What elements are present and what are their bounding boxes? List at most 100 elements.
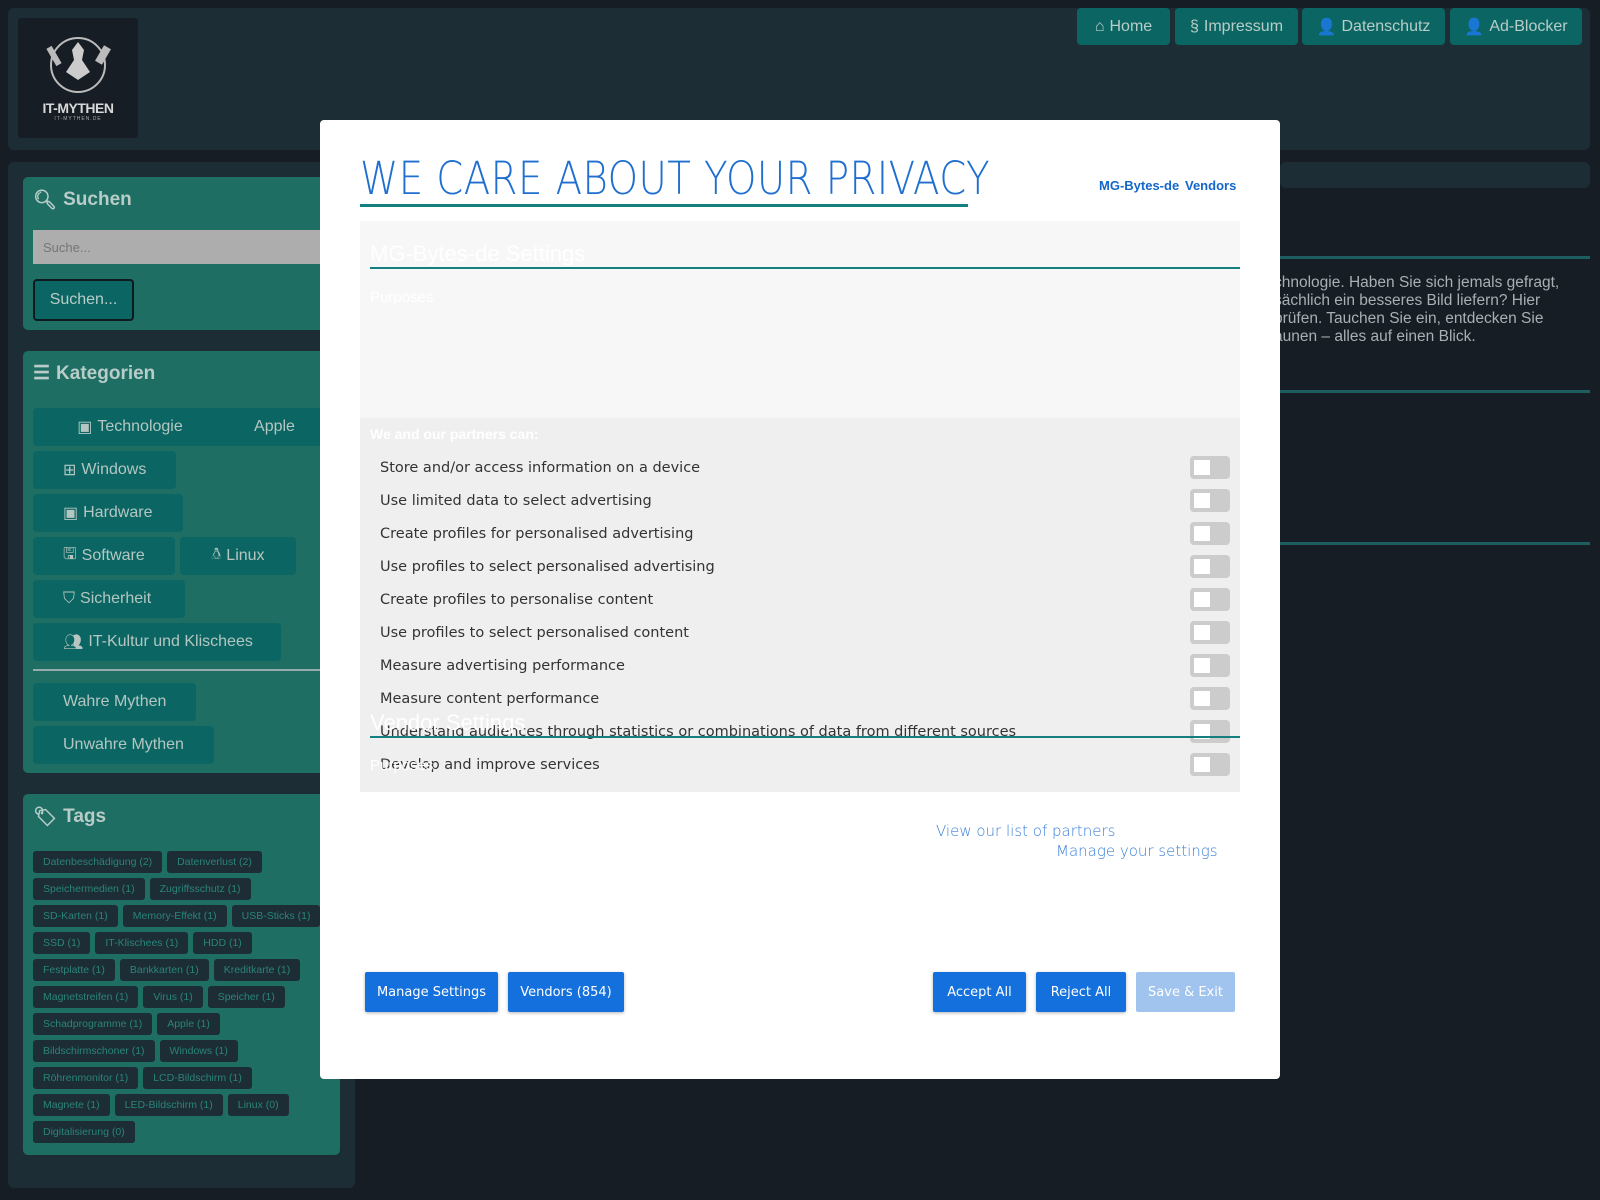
purpose-row: Create profiles to personalise content: [380, 583, 1230, 616]
site-logo[interactable]: IT-MYTHEN IT-MYTHEN.DE: [18, 18, 138, 138]
tag-link[interactable]: Bankkarten (1): [119, 959, 209, 981]
tag-link[interactable]: Festplatte (1): [33, 959, 115, 981]
tag-link[interactable]: Linux (0): [227, 1094, 289, 1116]
partners-list-link[interactable]: View our list of partners: [936, 822, 1116, 840]
tag-link[interactable]: IT-Klischees (1): [95, 932, 189, 954]
category-label: Apple: [254, 418, 295, 435]
purpose-row: Use profiles to select personalised cont…: [380, 616, 1230, 649]
vendor-purposes-label: Purposes: [370, 757, 434, 774]
text-line: prüfen. Tauchen Sie ein, entdecken Sie: [1274, 310, 1544, 327]
save-exit-button[interactable]: Save & Exit: [1136, 972, 1235, 1012]
purpose-toggle[interactable]: [1190, 489, 1230, 512]
toggle-knob: [1194, 526, 1210, 541]
tag-link[interactable]: Memory-Effekt (1): [122, 905, 227, 927]
tag-link[interactable]: SD-Karten (1): [33, 905, 118, 927]
nav-datenschutz[interactable]: 👤 Datenschutz: [1302, 8, 1445, 45]
vendors-button[interactable]: Vendors (854): [508, 972, 624, 1012]
category-hardware[interactable]: ▣ Hardware: [33, 494, 183, 532]
tag-link[interactable]: Zugriffsschutz (1): [149, 878, 251, 900]
partners-can-label: We and our partners can:: [370, 426, 539, 442]
tag-link[interactable]: HDD (1): [193, 932, 252, 954]
purpose-label: Use profiles to select personalised cont…: [380, 624, 689, 641]
vendors-link[interactable]: Vendors: [1185, 178, 1236, 193]
purpose-label: Measure advertising performance: [380, 657, 625, 674]
manage-settings-link[interactable]: Manage your settings: [1056, 842, 1218, 860]
tag-link[interactable]: SSD (1): [33, 932, 91, 954]
tag-link[interactable]: USB-Sticks (1): [231, 905, 321, 927]
tag-link[interactable]: Windows (1): [159, 1040, 238, 1062]
category-technologie[interactable]: ▣ Technologie: [33, 408, 227, 446]
text-line: chnologie. Haben Sie sich jemals gefragt…: [1274, 274, 1560, 291]
purpose-row: Use limited data to select advertising: [380, 484, 1230, 517]
tag-link[interactable]: Speichermedien (1): [33, 878, 145, 900]
search-button[interactable]: Suchen...: [33, 279, 134, 321]
heading-text: Suchen: [63, 189, 132, 210]
purpose-toggle[interactable]: [1190, 654, 1230, 677]
category-linux[interactable]: 🐧︎ Linux: [180, 537, 296, 575]
user-shield-icon: 👤: [1316, 18, 1337, 36]
search-input[interactable]: [33, 230, 333, 264]
consent-title: WE CARE ABOUT YOUR PRIVACY: [360, 152, 991, 205]
divider: [33, 669, 340, 671]
toggle-knob: [1194, 460, 1210, 475]
category-label: Unwahre Mythen: [63, 736, 184, 753]
nav-label: Datenschutz: [1341, 17, 1431, 35]
tag-link[interactable]: LED-Bildschirm (1): [114, 1094, 223, 1116]
user-shield-icon: 👤: [1464, 18, 1485, 36]
tag-link[interactable]: Speicher (1): [207, 986, 285, 1008]
category-wahre-mythen[interactable]: Wahre Mythen: [33, 683, 196, 721]
shield-icon: ⛉: [63, 590, 76, 607]
categories-heading: ☰ Kategorien: [33, 362, 155, 385]
nav-ad-blocker[interactable]: 👤 Ad-Blocker: [1450, 8, 1582, 45]
list-icon: ☰: [33, 363, 51, 384]
purpose-toggle[interactable]: [1190, 522, 1230, 545]
category-sicherheit[interactable]: ⛉ Sicherheit: [33, 580, 185, 618]
purpose-row: Use profiles to select personalised adve…: [380, 550, 1230, 583]
publisher-link[interactable]: MG-Bytes-de: [1099, 178, 1179, 193]
manage-settings-button[interactable]: Manage Settings: [365, 972, 498, 1012]
tag-link[interactable]: Magnetstreifen (1): [33, 986, 139, 1008]
heading-text: Kategorien: [56, 362, 156, 384]
tag-link[interactable]: Schadprogramme (1): [33, 1013, 153, 1035]
tag-link[interactable]: Kreditkarte (1): [213, 959, 301, 981]
tag-link[interactable]: Digitalisierung (0): [33, 1121, 135, 1143]
tag-link[interactable]: Röhrenmonitor (1): [33, 1067, 139, 1089]
nav-impressum[interactable]: § Impressum: [1175, 8, 1298, 45]
category-label: Hardware: [83, 504, 153, 521]
settings-panel: MG-Bytes-de Settings Purposes We and our…: [360, 221, 1240, 792]
category-software[interactable]: 🖫 Software: [33, 537, 175, 575]
tag-link[interactable]: Datenbeschädigung (2): [33, 851, 163, 873]
category-windows[interactable]: ⊞ Windows: [33, 451, 176, 489]
tag-link[interactable]: Apple (1): [157, 1013, 220, 1035]
tag-link[interactable]: LCD-Bildschirm (1): [143, 1067, 252, 1089]
category-unwahre-mythen[interactable]: Unwahre Mythen: [33, 726, 214, 764]
category-label: Linux: [226, 547, 265, 564]
purpose-label: Store and/or access information on a dev…: [380, 459, 701, 476]
tag-link[interactable]: Bildschirmschoner (1): [33, 1040, 155, 1062]
accept-all-button[interactable]: Accept All: [933, 972, 1026, 1012]
nav-home[interactable]: ⌂ Home: [1077, 8, 1170, 45]
purpose-toggle[interactable]: [1190, 456, 1230, 479]
logo-subtitle: IT-MYTHEN.DE: [54, 116, 102, 122]
purpose-toggle[interactable]: [1190, 753, 1230, 776]
purpose-label: Use limited data to select advertising: [380, 492, 652, 509]
category-it-kultur[interactable]: 👥︎ IT-Kultur und Klischees: [33, 623, 281, 661]
nav-label: Ad-Blocker: [1489, 17, 1568, 35]
breadcrumb-bar: [1280, 162, 1590, 188]
purpose-toggle[interactable]: [1190, 687, 1230, 710]
purpose-toggle[interactable]: [1190, 720, 1230, 743]
text-line: sächlich ein besseres Bild liefern? Hier: [1274, 292, 1541, 309]
purpose-toggle[interactable]: [1190, 555, 1230, 578]
tag-link[interactable]: Datenverlust (2): [167, 851, 262, 873]
logo-title: IT-MYTHEN: [42, 100, 114, 116]
purpose-toggle[interactable]: [1190, 588, 1230, 611]
floppy-icon: 🖫: [63, 545, 77, 563]
intro-text: chnologie. Haben Sie sich jemals gefragt…: [1274, 274, 1559, 346]
category-label: Technologie: [97, 418, 183, 435]
purpose-row: Measure advertising performance: [380, 649, 1230, 682]
tag-link[interactable]: Magnete (1): [33, 1094, 110, 1116]
purpose-toggle[interactable]: [1190, 621, 1230, 644]
chip-icon: ▣: [63, 505, 79, 522]
tag-link[interactable]: Virus (1): [143, 986, 203, 1008]
reject-all-button[interactable]: Reject All: [1036, 972, 1126, 1012]
